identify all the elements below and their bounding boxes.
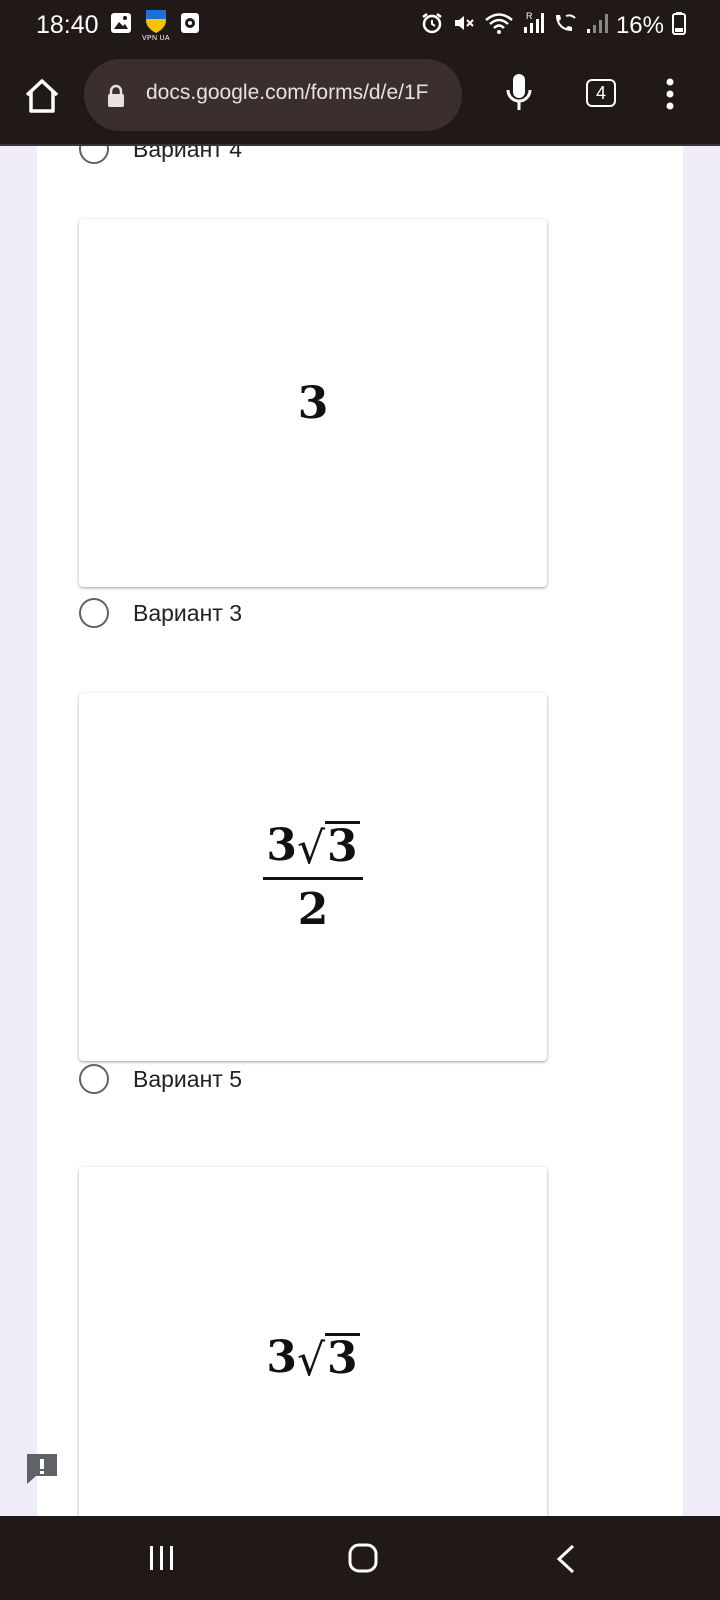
system-navigation-bar: [0, 1516, 720, 1600]
denominator: 2: [297, 883, 329, 935]
home-icon[interactable]: [22, 76, 62, 116]
math-expression: 3: [297, 377, 329, 429]
option-image-3: 3: [79, 219, 547, 587]
option-label: Вариант 3: [133, 599, 242, 626]
tab-switcher-button[interactable]: 4: [586, 79, 616, 107]
radio-button[interactable]: [79, 598, 109, 628]
option-variant-4[interactable]: Вариант 4: [79, 146, 242, 164]
radio-button[interactable]: [79, 1064, 109, 1094]
signal-icon: [586, 11, 608, 40]
coef: 3: [266, 1331, 297, 1383]
option-variant-3[interactable]: Вариант 3: [79, 598, 242, 628]
wifi-icon: [484, 11, 514, 40]
overflow-menu-icon[interactable]: [660, 76, 680, 112]
radio-button[interactable]: [79, 146, 109, 164]
browser-toolbar: docs.google.com/forms/d/e/1F 4: [0, 52, 720, 146]
option-label: Вариант 5: [133, 1065, 242, 1092]
svg-text:R: R: [526, 11, 533, 21]
mute-icon: [452, 11, 476, 40]
battery-icon: [672, 11, 686, 40]
radicand: 3: [325, 1333, 360, 1385]
option-image-3sqrt3: 3 √ 3: [79, 1167, 547, 1516]
vpn-shield-icon: VPN UA: [142, 8, 170, 42]
page-content: Вариант 4 3 Вариант 3 3 √ 3 2 Вариант 5 …: [0, 146, 720, 1516]
fraction-bar: [263, 876, 363, 880]
alarm-icon: [420, 11, 444, 40]
option-variant-5[interactable]: Вариант 5: [79, 1064, 242, 1094]
math-expression: 3 √ 3: [266, 1331, 360, 1386]
option-image-3sqrt3-over-2: 3 √ 3 2: [79, 693, 547, 1061]
question-card: Вариант 4 3 Вариант 3 3 √ 3 2 Вариант 5 …: [37, 146, 683, 1516]
battery-percent: 16%: [615, 11, 664, 39]
recent-apps-icon[interactable]: [148, 1544, 176, 1577]
status-time: 18:40: [36, 11, 99, 39]
lock-icon: [106, 84, 126, 113]
report-feedback-icon[interactable]: [24, 1451, 60, 1485]
vpn-label: VPN UA: [142, 35, 170, 42]
radical-sign: √: [296, 1334, 326, 1386]
image-icon: [110, 12, 132, 39]
numerator-coef: 3: [266, 819, 297, 871]
fraction: 3 √ 3 2: [263, 820, 363, 935]
address-bar[interactable]: docs.google.com/forms/d/e/1F: [84, 59, 462, 131]
numerator-radicand: 3: [325, 821, 360, 873]
url-text: docs.google.com/forms/d/e/1F: [146, 81, 429, 104]
status-bar: 18:40 VPN UA R 16%: [0, 0, 720, 52]
wifi-call-icon: [552, 11, 578, 40]
screen-record-icon: [180, 12, 200, 39]
radical-sign: √: [296, 822, 326, 874]
microphone-icon[interactable]: [504, 72, 534, 114]
signal-roaming-icon: R: [522, 11, 544, 40]
option-label: Вариант 4: [133, 146, 242, 162]
nav-home-icon[interactable]: [348, 1543, 378, 1578]
back-icon[interactable]: [555, 1544, 577, 1579]
